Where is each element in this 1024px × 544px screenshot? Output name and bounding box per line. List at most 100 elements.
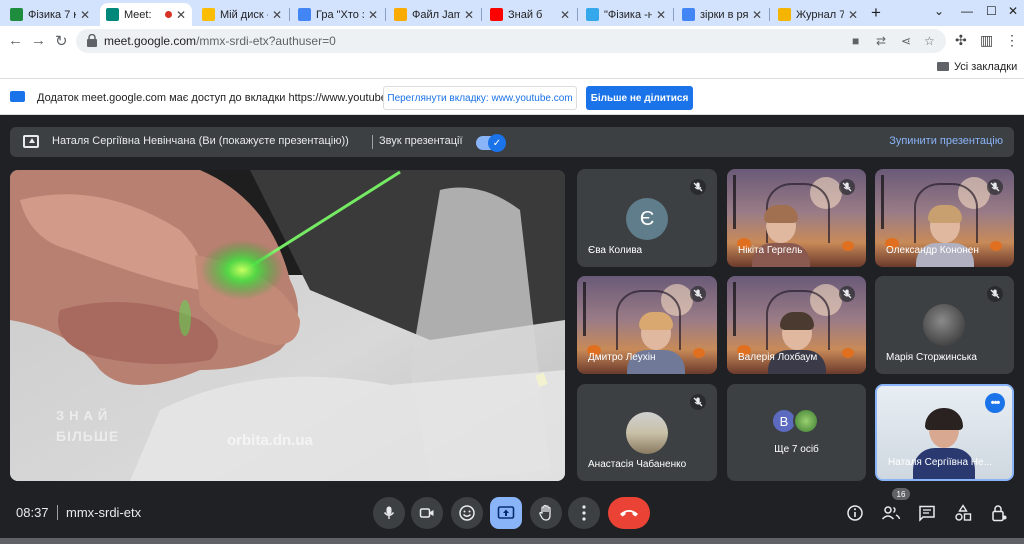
all-bookmarks-link[interactable]: Усі закладки xyxy=(954,61,1017,73)
close-window-icon[interactable]: ✕ xyxy=(1008,4,1018,18)
participant-tile[interactable]: Валерія Лохбаум xyxy=(727,276,866,374)
browser-tab[interactable]: Фізика 7 к ✕ xyxy=(4,3,96,26)
meeting-time: 08:37 xyxy=(16,505,49,520)
hand-icon xyxy=(539,504,551,521)
pumpkin-icon xyxy=(693,348,705,358)
shapes-icon xyxy=(955,504,972,521)
divider xyxy=(57,505,58,520)
camera-icon xyxy=(419,508,434,518)
close-tab-icon[interactable]: ✕ xyxy=(656,8,666,22)
browser-tab[interactable]: Meet: ✕ xyxy=(100,3,192,26)
hang-up-icon xyxy=(620,510,638,517)
browser-tab[interactable]: Журнал 7 ✕ xyxy=(772,3,864,26)
stop-presentation-button[interactable]: Зупинити презентацію xyxy=(889,135,1003,147)
tab-title: Фізика 7 к xyxy=(28,8,76,21)
close-tab-icon[interactable]: ✕ xyxy=(80,8,90,22)
presentation-bar: Наталя Сергіївна Невінчана (Ви (покажуєт… xyxy=(10,127,1014,157)
microphone-button[interactable] xyxy=(373,497,405,529)
participant-tile[interactable]: Анастасія Чабаненко xyxy=(577,384,717,481)
extensions-icon[interactable]: ✣ xyxy=(955,32,967,49)
address-bar[interactable]: meet.google.com/mmx-srdi-etx?authuser=0 … xyxy=(76,29,946,53)
minimize-icon[interactable]: — xyxy=(961,4,973,18)
mic-off-icon xyxy=(690,394,706,410)
info-icon xyxy=(847,505,863,521)
close-tab-icon[interactable]: ✕ xyxy=(560,8,570,22)
view-shared-tab-button[interactable]: Переглянути вкладку: www.youtube.com xyxy=(383,86,577,110)
back-icon[interactable]: ← xyxy=(8,32,23,49)
divider xyxy=(372,135,373,149)
tab-search-icon[interactable]: ⌄ xyxy=(934,4,944,18)
reload-icon[interactable]: ↻ xyxy=(55,32,68,50)
browser-tab[interactable]: Файл Jam ✕ xyxy=(388,3,480,26)
sharing-notice-text: Додаток meet.google.com має доступ до вк… xyxy=(37,92,411,104)
participant-video xyxy=(751,205,810,267)
mic-off-icon xyxy=(987,179,1003,195)
chat-button[interactable] xyxy=(916,502,938,524)
raise-hand-button[interactable] xyxy=(530,497,562,529)
more-participants-tile[interactable]: В Ще 7 осіб xyxy=(727,384,866,481)
browser-tab[interactable]: зірки в ря ✕ xyxy=(676,3,768,26)
translate-icon[interactable]: ⇄ xyxy=(876,34,886,48)
browser-tab[interactable]: Гра "Хто з ✕ xyxy=(292,3,384,26)
menu-icon[interactable]: ⋮ xyxy=(1005,32,1019,49)
side-panel-icon[interactable]: ▥ xyxy=(980,32,993,49)
close-tab-icon[interactable]: ✕ xyxy=(176,8,186,22)
participant-name: Олександр Кононен xyxy=(886,245,979,256)
folder-icon[interactable] xyxy=(937,62,949,71)
people-button[interactable] xyxy=(880,502,902,524)
drive-icon xyxy=(202,8,215,21)
leave-call-button[interactable] xyxy=(608,497,650,529)
site-info-icon[interactable] xyxy=(86,34,98,47)
activities-button[interactable] xyxy=(952,502,974,524)
pumpkin-icon xyxy=(990,241,1002,251)
tab-separator xyxy=(769,8,770,21)
mic-off-icon xyxy=(987,286,1003,302)
tab-separator xyxy=(289,8,290,21)
tab-title: зірки в ря xyxy=(700,8,748,21)
background-tree xyxy=(881,175,903,229)
close-tab-icon[interactable]: ✕ xyxy=(848,8,858,22)
share-icon[interactable]: ⋖ xyxy=(901,34,911,48)
microphone-icon xyxy=(383,506,395,519)
tab-title: Meet: xyxy=(124,8,152,21)
tab-title: Файл Jam xyxy=(412,8,460,21)
host-controls-button[interactable] xyxy=(988,502,1010,524)
close-tab-icon[interactable]: ✕ xyxy=(464,8,474,22)
reactions-button[interactable] xyxy=(451,497,483,529)
close-tab-icon[interactable]: ✕ xyxy=(272,8,282,22)
watermark-site: orbita.dn.ua xyxy=(227,432,313,449)
participant-tile[interactable]: Дмитро Леухін xyxy=(577,276,717,374)
camera-in-use-icon[interactable]: ■ xyxy=(852,34,859,48)
self-view-tile[interactable]: ••• Наталя Сергіївна Не... xyxy=(875,384,1014,481)
classroom-icon xyxy=(10,8,23,21)
tab-separator xyxy=(385,8,386,21)
participant-tile[interactable]: Марія Сторжинська xyxy=(875,276,1014,374)
watermark-top: ЗНАЙ xyxy=(56,408,113,423)
present-now-button[interactable] xyxy=(490,497,522,529)
participant-name: Нікіта Гергель xyxy=(738,245,803,256)
meeting-details-button[interactable] xyxy=(844,502,866,524)
mic-off-icon xyxy=(690,179,706,195)
more-options-icon[interactable]: ••• xyxy=(985,393,1005,413)
participant-tile[interactable]: Нікіта Гергель xyxy=(727,169,866,267)
presentation-audio-toggle[interactable]: ✓ xyxy=(476,134,506,152)
participant-tile[interactable]: Олександр Кононен xyxy=(875,169,1014,267)
browser-tab[interactable]: Знай б ✕ xyxy=(484,3,576,26)
close-tab-icon[interactable]: ✕ xyxy=(752,8,762,22)
browser-tab[interactable]: Мій диск - ✕ xyxy=(196,3,288,26)
bookmark-star-icon[interactable]: ☆ xyxy=(924,34,935,48)
participant-tile[interactable]: Є Єва Колива xyxy=(577,169,717,267)
new-tab-button[interactable]: + xyxy=(871,3,881,23)
participant-name: Дмитро Леухін xyxy=(588,352,656,363)
watermark-bottom: БІЛЬШЕ xyxy=(56,428,120,444)
presentation-video[interactable]: ЗНАЙ БІЛЬШЕ orbita.dn.ua xyxy=(10,170,565,481)
more-options-button[interactable] xyxy=(568,497,600,529)
youtube-icon xyxy=(490,8,503,21)
restore-icon[interactable]: ☐ xyxy=(986,4,997,18)
stop-sharing-button[interactable]: Більше не ділитися xyxy=(586,86,693,110)
background-tree xyxy=(583,282,605,336)
camera-button[interactable] xyxy=(411,497,443,529)
forward-icon[interactable]: → xyxy=(31,32,46,49)
browser-tab[interactable]: "Фізика -н ✕ xyxy=(580,3,672,26)
close-tab-icon[interactable]: ✕ xyxy=(368,8,378,22)
